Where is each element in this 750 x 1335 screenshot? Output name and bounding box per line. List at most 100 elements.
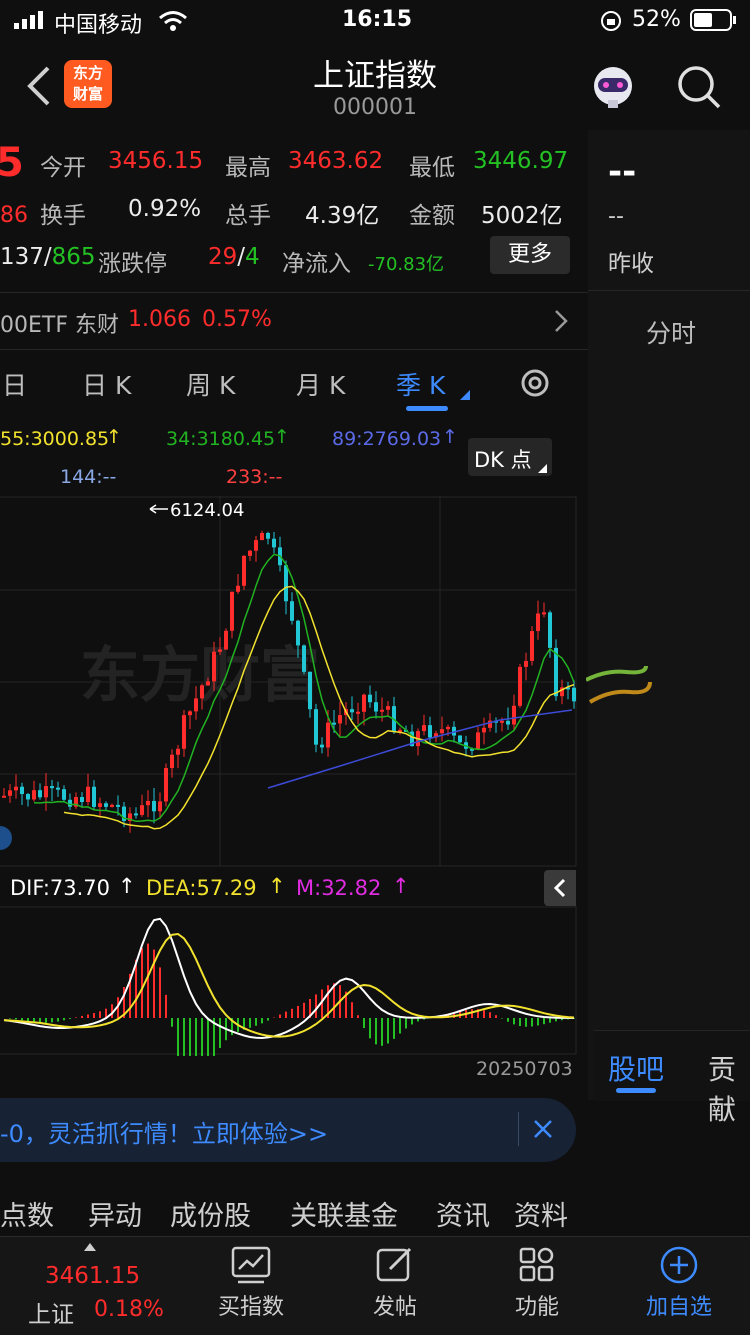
subnav-anomaly[interactable]: 异动 (88, 1194, 142, 1233)
macd-bar (159, 967, 161, 1018)
candle-body (206, 681, 210, 685)
candle-body (338, 715, 342, 723)
macd-bar (45, 1018, 47, 1023)
candle-body (572, 688, 576, 702)
candle-body (140, 805, 144, 815)
status-bar: 中国移动 16:15 52% (0, 0, 750, 40)
etf-price: 1.066 (128, 307, 191, 332)
ma34-value: 34:3180.45 (166, 428, 275, 450)
dk-points-button[interactable]: DK 点 (468, 438, 552, 476)
candle-body (176, 749, 180, 755)
tab-quarterly-k[interactable]: 季 K (396, 366, 445, 402)
tab-monthly-k[interactable]: 月 K (296, 366, 345, 402)
clock: 16:15 (342, 7, 412, 32)
dea-value: DEA:57.29 (146, 876, 257, 900)
low-label: 最低 (409, 148, 455, 182)
collapse-panel-button[interactable] (544, 870, 576, 906)
macd-bar (471, 1009, 473, 1018)
side-sub: -- (608, 204, 624, 229)
promo-text: -0，灵活抓行情！立即体验>> (0, 1114, 328, 1149)
netflow-label: 净流入 (282, 244, 351, 278)
candle-body (536, 614, 540, 632)
tab-contrib[interactable]: 贡献 (708, 1048, 750, 1128)
candle-body (158, 801, 162, 811)
candle-body (116, 805, 120, 807)
subnav-profile[interactable]: 资料 (514, 1194, 568, 1233)
candle-body (266, 533, 270, 539)
promo-banner[interactable]: -0，灵活抓行情！立即体验>> (0, 1098, 576, 1162)
candle-body (32, 790, 36, 799)
add-watchlist-button[interactable]: 加自选 (624, 1245, 734, 1321)
price-fragment: 5 (0, 140, 24, 186)
subnav-funds[interactable]: 关联基金 (290, 1194, 398, 1233)
index-ticker[interactable]: 3461.15 上证 0.18% (0, 1237, 180, 1335)
post-button[interactable]: 发帖 (340, 1245, 450, 1321)
functions-button[interactable]: 功能 (482, 1245, 592, 1321)
close-icon[interactable] (532, 1118, 554, 1140)
tab-day[interactable]: 日 (2, 366, 27, 402)
left-scroll-handle[interactable] (0, 826, 12, 850)
squiggle-decoration (586, 660, 656, 710)
macd-bar (279, 1015, 281, 1018)
dropdown-triangle-icon (460, 390, 470, 400)
macd-bar (381, 1018, 383, 1046)
candle-body (110, 805, 114, 807)
chevron-right-icon (554, 309, 568, 333)
gear-icon[interactable] (518, 366, 552, 400)
volume-label: 总手 (225, 196, 271, 230)
ma144-value: 144:-- (60, 466, 116, 488)
macd-bar (207, 1018, 209, 1056)
macd-bar (303, 1003, 305, 1018)
macd-bar (291, 1009, 293, 1018)
candle-body (80, 797, 84, 802)
macd-bar (141, 948, 143, 1018)
macd-bar (15, 1018, 17, 1019)
macd-bar (177, 1018, 179, 1056)
candle-body (302, 645, 306, 671)
macd-bar (165, 995, 167, 1018)
tab-guba[interactable]: 股吧 (608, 1048, 664, 1088)
tab-weekly-k[interactable]: 周 K (186, 366, 235, 402)
side-price: -- (608, 152, 636, 192)
macd-bar (255, 1018, 257, 1026)
subnav-constituents[interactable]: 成份股 (170, 1194, 251, 1233)
macd-bar (9, 1018, 11, 1019)
chart-trend-icon (230, 1245, 272, 1285)
candle-body (326, 723, 330, 748)
buy-index-button[interactable]: 买指数 (196, 1245, 306, 1321)
grid-icon (516, 1245, 558, 1285)
bottom-toolbar: 3461.15 上证 0.18% 买指数 发帖 功能 加自选 (0, 1236, 750, 1335)
side-prev-close: 昨收 (608, 244, 654, 278)
candle-body (92, 787, 96, 807)
candle-body (230, 592, 234, 631)
macd-bar (405, 1018, 407, 1028)
macd-bar (183, 1018, 185, 1056)
candle-body (218, 650, 222, 652)
carrier-label: 中国移动 (54, 7, 142, 39)
candle-body (386, 706, 390, 710)
more-button[interactable]: 更多 (490, 236, 570, 274)
macd-chart[interactable] (0, 906, 588, 1056)
tab-daily-k[interactable]: 日 K (82, 366, 131, 402)
subnav-points[interactable]: 点数 (0, 1194, 54, 1233)
chevron-left-icon (544, 870, 576, 906)
candle-body (440, 729, 444, 733)
related-etf-row[interactable]: 00ETF 东财 1.066 0.57% (0, 292, 588, 350)
etf-name: 00ETF 东财 (0, 307, 119, 339)
candle-body (332, 723, 336, 725)
dea-line (4, 934, 574, 1037)
limit-count: 29/4 (208, 244, 260, 270)
nav-header: 东方 财富 上证指数 000001 (0, 40, 750, 130)
candle-body (548, 612, 552, 647)
kline-chart[interactable]: 东方财富 6124.04 (0, 496, 588, 868)
chart-end-date: 20250703 (476, 1058, 573, 1080)
robot-assistant-icon[interactable] (588, 62, 638, 112)
candle-body (458, 736, 462, 743)
subnav-news[interactable]: 资讯 (436, 1194, 490, 1233)
candle-body (254, 540, 258, 551)
battery-label: 52% (632, 7, 681, 32)
candle-body (356, 712, 360, 714)
side-tab-intraday[interactable]: 分时 (646, 314, 696, 350)
search-icon[interactable] (676, 64, 722, 110)
candle-body (200, 685, 204, 698)
